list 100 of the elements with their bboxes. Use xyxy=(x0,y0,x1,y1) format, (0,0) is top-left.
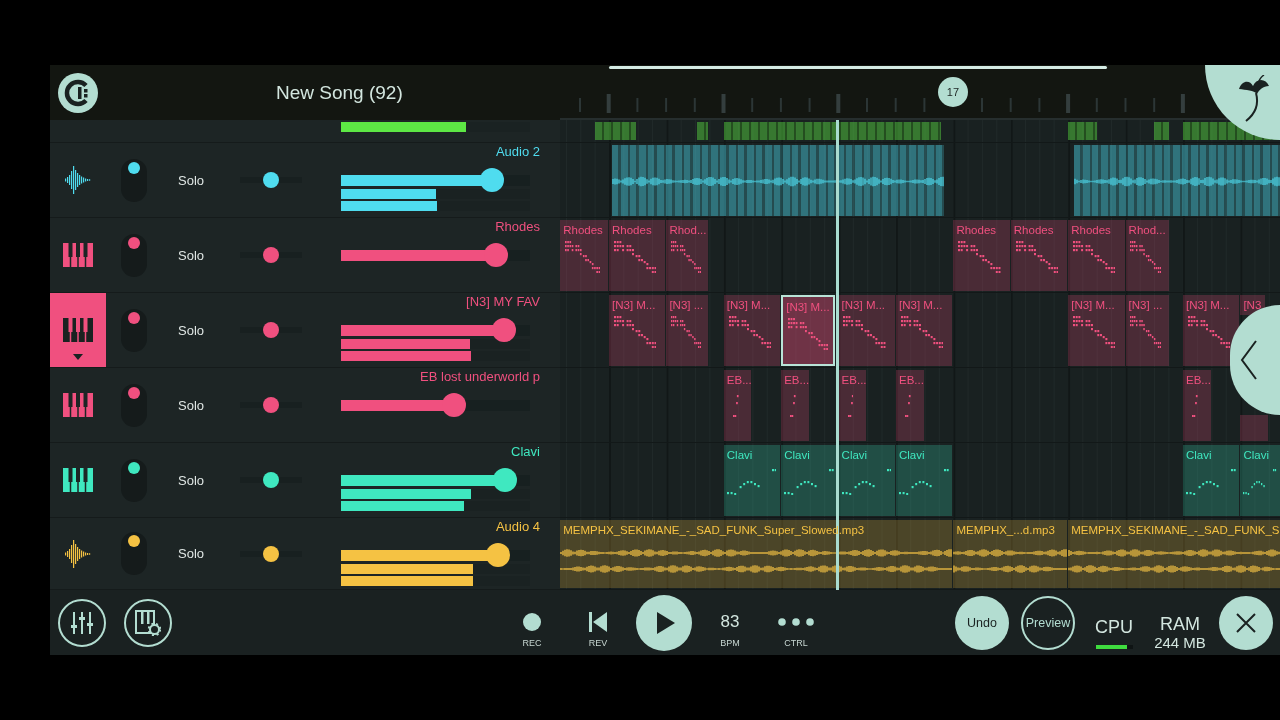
track-name: EB lost underworld p xyxy=(420,370,540,384)
clip-label: [N3] M... xyxy=(611,298,656,312)
mute-switch[interactable] xyxy=(121,158,147,202)
pattern-clip[interactable]: [N3] ... xyxy=(1125,295,1169,366)
ram-label: RAM xyxy=(1160,614,1200,634)
pattern-clip[interactable]: Rhodes xyxy=(953,220,1010,291)
piano-keys-icon xyxy=(63,318,93,342)
mute-switch[interactable] xyxy=(121,458,147,502)
clip-label: Rhod... xyxy=(1127,223,1166,237)
undo-button[interactable]: Undo xyxy=(955,595,1009,650)
pattern-clip[interactable]: EB... xyxy=(896,370,924,441)
pattern-clip[interactable]: Clavi xyxy=(896,445,953,516)
audio-clip[interactable]: MEMPHX_SEKIMANE_-_SAD_FUNK_S xyxy=(1068,520,1280,588)
pattern-clip[interactable]: Rhodes xyxy=(609,220,666,291)
mute-switch[interactable] xyxy=(121,532,147,575)
pattern-clip[interactable]: Clavi xyxy=(1183,445,1240,516)
clip-label: Rhodes xyxy=(611,223,652,237)
notes-drawing xyxy=(670,316,702,349)
clip-label: MEMPHX_...d.mp3 xyxy=(955,523,1055,537)
pattern-clip[interactable]: EB... xyxy=(781,370,809,441)
clip-label: EB... xyxy=(1185,373,1211,387)
mute-switch[interactable] xyxy=(121,308,147,352)
pattern-clip[interactable]: [N3] M... xyxy=(723,295,781,366)
solo-button[interactable]: Solo xyxy=(178,322,205,338)
pattern-clip[interactable]: Clavi xyxy=(781,445,838,516)
clip-label: EB... xyxy=(898,373,924,387)
solo-button[interactable]: Solo xyxy=(178,546,205,561)
notes-drawing xyxy=(726,469,777,496)
pattern-clip[interactable] xyxy=(1154,122,1170,140)
pan-thumb[interactable] xyxy=(263,247,279,263)
audio-clip[interactable] xyxy=(1073,145,1280,216)
solo-button[interactable]: Solo xyxy=(178,472,205,488)
pattern-clip[interactable]: [N3] M... xyxy=(609,295,666,366)
audio-clip[interactable] xyxy=(611,145,944,216)
clip-label: MEMPHX_SEKIMANE_-_SAD_FUNK_S xyxy=(1070,523,1280,537)
pattern-clip[interactable]: Clavi xyxy=(1240,445,1280,516)
volume-thumb[interactable] xyxy=(480,168,505,192)
pattern-clip[interactable]: Clavi xyxy=(723,445,781,516)
pattern-clip[interactable] xyxy=(696,122,708,140)
notes-drawing xyxy=(1129,241,1162,274)
notes-drawing xyxy=(564,241,600,274)
pattern-clip[interactable]: [N3] M... xyxy=(1183,295,1240,366)
pattern-clip[interactable]: Clavi xyxy=(838,445,895,516)
pan-thumb[interactable] xyxy=(263,472,279,488)
notes-drawing xyxy=(728,316,772,349)
solo-button[interactable]: Solo xyxy=(178,172,205,188)
pattern-clip[interactable]: EB... xyxy=(838,370,867,441)
clip-label: [N3] M... xyxy=(898,298,943,312)
pattern-clip[interactable]: [N3] M... xyxy=(838,295,895,366)
solo-button[interactable]: Solo xyxy=(178,247,205,263)
pan-thumb[interactable] xyxy=(263,322,279,338)
rewind-button[interactable]: REV xyxy=(565,590,631,655)
clip-label: Clavi xyxy=(898,448,925,462)
pattern-clip[interactable] xyxy=(595,122,637,140)
controls-button[interactable]: CTRL xyxy=(763,590,829,655)
clip-label: Clavi xyxy=(783,448,810,462)
pattern-clip[interactable]: EB... xyxy=(1183,370,1211,441)
clip-label: EB... xyxy=(725,373,752,387)
mute-switch[interactable] xyxy=(121,383,147,427)
pattern-clip[interactable]: [N3] ... xyxy=(666,295,709,366)
volume-thumb[interactable] xyxy=(442,393,467,417)
position-marker[interactable]: 17 xyxy=(938,77,968,107)
pattern-clip[interactable]: Rhod... xyxy=(1125,220,1169,291)
solo-button[interactable]: Solo xyxy=(178,397,205,413)
record-button[interactable]: REC xyxy=(499,590,565,655)
pan-thumb[interactable] xyxy=(263,172,279,188)
piano-keys-icon xyxy=(63,393,93,417)
pan-thumb[interactable] xyxy=(263,545,279,562)
volume-thumb[interactable] xyxy=(485,543,510,567)
notes-drawing xyxy=(1073,241,1116,274)
pattern-clip[interactable]: EB... xyxy=(723,370,752,441)
preview-button[interactable]: Preview xyxy=(1021,595,1075,650)
clip-label: Rhodes xyxy=(562,223,603,237)
pattern-clip[interactable]: Rhodes xyxy=(1010,220,1068,291)
piano-keys-icon xyxy=(63,468,93,492)
close-button[interactable] xyxy=(1219,595,1273,650)
track-icon-button[interactable] xyxy=(50,293,106,367)
close-icon xyxy=(1236,612,1256,633)
pattern-clip[interactable] xyxy=(1068,122,1098,140)
volume-thumb[interactable] xyxy=(493,468,518,492)
pattern-clip[interactable]: Rhodes xyxy=(1068,220,1125,291)
pattern-clip[interactable] xyxy=(723,122,941,140)
notes-drawing xyxy=(670,241,702,274)
mute-switch[interactable] xyxy=(121,233,147,277)
notes-drawing xyxy=(1129,316,1162,349)
pattern-clip[interactable]: [N3] M... xyxy=(1068,295,1125,366)
pan-thumb[interactable] xyxy=(263,397,279,413)
volume-thumb[interactable] xyxy=(483,243,508,267)
tempo-button[interactable]: 83 BPM xyxy=(697,590,763,655)
audio-clip[interactable]: MEMPHX_...d.mp3 xyxy=(953,520,1068,588)
logo-button[interactable] xyxy=(58,72,98,113)
pattern-clip[interactable]: [N3] M... xyxy=(896,295,953,366)
track-name: Rhodes xyxy=(495,220,540,234)
pattern-clip[interactable]: Rhodes xyxy=(560,220,608,291)
pattern-clip[interactable]: Rhod... xyxy=(666,220,709,291)
instrument-settings-button[interactable] xyxy=(124,598,172,647)
volume-thumb[interactable] xyxy=(491,318,516,342)
mixer-button[interactable] xyxy=(58,598,106,647)
pattern-clip[interactable] xyxy=(1240,415,1269,441)
clip-label: Rhodes xyxy=(1070,223,1111,237)
